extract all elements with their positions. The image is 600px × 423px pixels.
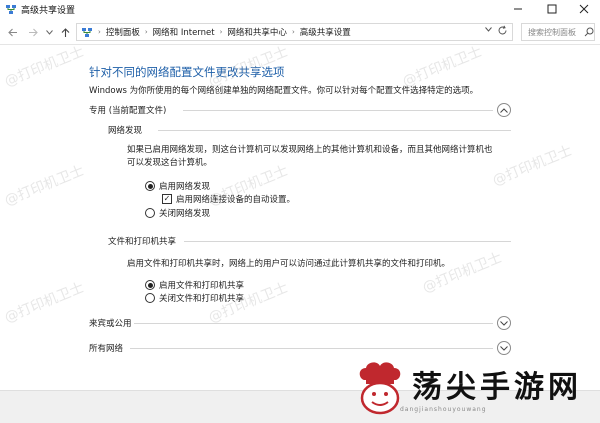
chevron-up-icon [500,107,508,113]
expand-guest-button[interactable] [497,316,511,330]
forward-button[interactable] [26,24,40,40]
chevron-right-icon: › [98,28,101,36]
page-title: 针对不同的网络配置文件更改共享选项 [89,65,285,79]
section-guest-header[interactable]: 来宾或公用 [89,317,132,329]
breadcrumb-advanced-sharing[interactable]: 高级共享设置 [300,26,351,38]
network-app-icon [6,5,16,14]
minimize-icon [514,8,522,10]
maximize-button[interactable] [534,0,570,18]
turn-on-sharing-option[interactable]: 启用文件和打印机共享 [145,279,244,291]
search-icon[interactable] [584,27,594,37]
divider [130,348,493,349]
radio-button-selected[interactable] [145,280,155,290]
chef-mascot-icon [359,362,401,415]
turn-on-discovery-label: 启用网络发现 [159,182,211,192]
recent-locations-button[interactable] [45,24,53,40]
network-discovery-heading: 网络发现 [108,126,143,136]
network-location-icon [82,28,92,37]
search-box[interactable] [521,23,595,41]
divider [184,241,511,242]
radio-button[interactable] [145,208,155,218]
address-bar[interactable]: › 控制面板 › 网络和 Internet › 网络和共享中心 › 高级共享设置 [76,23,513,41]
back-button[interactable] [5,24,19,40]
chevron-right-icon[interactable]: › [292,28,295,36]
site-logo: 荡尖手游网 dangjianshouyouwang [350,356,590,420]
file-printer-sharing-heading: 文件和打印机共享 [108,237,177,247]
turn-off-discovery-option[interactable]: 关闭网络发现 [145,207,210,219]
close-button[interactable] [566,0,600,18]
network-discovery-text: 如果已启用网络发现，则这台计算机可以发现网络上的其他计算机和设备，而且其他网络计… [127,144,493,170]
expand-all-networks-button[interactable] [497,341,511,355]
chevron-right-icon[interactable]: › [145,28,148,36]
up-button[interactable] [58,24,72,40]
breadcrumb-network-internet[interactable]: 网络和 Internet [153,26,215,38]
address-dropdown-icon[interactable] [485,26,492,34]
divider [134,323,493,324]
breadcrumb-control-panel[interactable]: 控制面板 [106,26,140,38]
maximize-icon [547,4,557,14]
divider [158,130,511,131]
chevron-down-icon [45,29,53,35]
checkbox-checked[interactable]: ✓ [162,194,172,204]
turn-off-sharing-label: 关闭文件和打印机共享 [159,294,245,304]
navigation-bar: › 控制面板 › 网络和 Internet › 网络和共享中心 › 高级共享设置 [0,19,600,45]
page-description: Windows 为你所使用的每个网络创建单独的网络配置文件。你可以针对每个配置文… [89,86,479,96]
search-input[interactable] [528,27,584,37]
chevron-down-icon [500,320,508,326]
turn-on-discovery-option[interactable]: 启用网络发现 [145,180,210,192]
title-bar: 高级共享设置 [0,0,600,18]
network-discovery-text-line: 可以发现这台计算机。 [127,158,213,168]
radio-button-selected[interactable] [145,181,155,191]
chevron-down-icon [500,345,508,351]
window-title: 高级共享设置 [21,6,76,16]
turn-off-sharing-option[interactable]: 关闭文件和打印机共享 [145,292,244,304]
radio-button[interactable] [145,293,155,303]
section-all-networks-header[interactable]: 所有网络 [89,342,123,354]
arrow-up-icon [61,27,69,37]
minimize-button[interactable] [500,0,536,18]
network-discovery-text-line: 如果已启用网络发现，则这台计算机可以发现网络上的其他计算机和设备，而且其他网络计… [127,145,493,155]
arrow-right-icon [28,28,38,36]
auto-setup-label: 启用网络连接设备的自动设置。 [176,195,296,205]
section-private-header[interactable]: 专用 (当前配置文件) [89,104,166,116]
site-logo-pinyin: dangjianshouyouwang [400,406,487,413]
collapse-private-button[interactable] [497,103,511,117]
turn-on-sharing-label: 启用文件和打印机共享 [159,281,245,291]
main-content: 针对不同的网络配置文件更改共享选项 Windows 为你所使用的每个网络创建单独… [0,46,600,390]
site-logo-text: 荡尖手游网 [412,370,582,405]
close-icon [579,4,589,14]
arrow-left-icon [7,28,17,36]
breadcrumb-network-sharing-center[interactable]: 网络和共享中心 [227,26,287,38]
turn-off-discovery-label: 关闭网络发现 [159,209,211,219]
chevron-right-icon[interactable]: › [220,28,223,36]
file-printer-sharing-text: 启用文件和打印机共享时，网络上的用户可以访问通过此计算机共享的文件和打印机。 [127,259,451,269]
refresh-icon[interactable] [497,25,508,39]
divider [183,110,493,111]
auto-setup-option[interactable]: ✓ 启用网络连接设备的自动设置。 [162,193,295,205]
